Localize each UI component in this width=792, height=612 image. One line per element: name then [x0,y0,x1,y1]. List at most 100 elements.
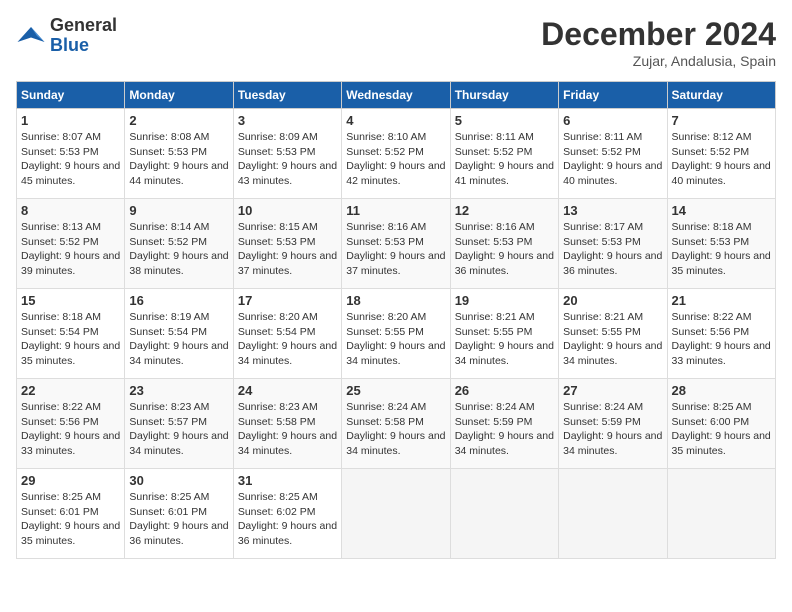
week-row-4: 22 Sunrise: 8:22 AMSunset: 5:56 PMDaylig… [17,379,776,469]
calendar-cell: 28 Sunrise: 8:25 AMSunset: 6:00 PMDaylig… [667,379,775,469]
header-thursday: Thursday [450,82,558,109]
day-number: 9 [129,203,228,218]
calendar-cell: 3 Sunrise: 8:09 AMSunset: 5:53 PMDayligh… [233,109,341,199]
calendar-cell: 24 Sunrise: 8:23 AMSunset: 5:58 PMDaylig… [233,379,341,469]
calendar-cell: 26 Sunrise: 8:24 AMSunset: 5:59 PMDaylig… [450,379,558,469]
calendar-cell: 18 Sunrise: 8:20 AMSunset: 5:55 PMDaylig… [342,289,450,379]
day-info: Sunrise: 8:13 AMSunset: 5:52 PMDaylight:… [21,220,120,279]
calendar-cell: 27 Sunrise: 8:24 AMSunset: 5:59 PMDaylig… [559,379,667,469]
title-block: December 2024 Zujar, Andalusia, Spain [541,16,776,69]
header-sunday: Sunday [17,82,125,109]
day-info: Sunrise: 8:07 AMSunset: 5:53 PMDaylight:… [21,130,120,189]
calendar-cell [559,469,667,559]
day-info: Sunrise: 8:15 AMSunset: 5:53 PMDaylight:… [238,220,337,279]
calendar-cell: 20 Sunrise: 8:21 AMSunset: 5:55 PMDaylig… [559,289,667,379]
day-info: Sunrise: 8:12 AMSunset: 5:52 PMDaylight:… [672,130,771,189]
day-number: 22 [21,383,120,398]
day-info: Sunrise: 8:25 AMSunset: 6:02 PMDaylight:… [238,490,337,549]
day-info: Sunrise: 8:23 AMSunset: 5:57 PMDaylight:… [129,400,228,459]
day-number: 25 [346,383,445,398]
day-number: 31 [238,473,337,488]
calendar-cell [667,469,775,559]
day-number: 20 [563,293,662,308]
day-number: 1 [21,113,120,128]
week-row-1: 1 Sunrise: 8:07 AMSunset: 5:53 PMDayligh… [17,109,776,199]
calendar-cell: 10 Sunrise: 8:15 AMSunset: 5:53 PMDaylig… [233,199,341,289]
day-number: 12 [455,203,554,218]
calendar-cell: 15 Sunrise: 8:18 AMSunset: 5:54 PMDaylig… [17,289,125,379]
day-number: 17 [238,293,337,308]
day-info: Sunrise: 8:16 AMSunset: 5:53 PMDaylight:… [346,220,445,279]
logo-text: General Blue [50,16,117,56]
logo: General Blue [16,16,117,56]
day-info: Sunrise: 8:14 AMSunset: 5:52 PMDaylight:… [129,220,228,279]
day-info: Sunrise: 8:23 AMSunset: 5:58 PMDaylight:… [238,400,337,459]
day-info: Sunrise: 8:11 AMSunset: 5:52 PMDaylight:… [563,130,662,189]
day-number: 8 [21,203,120,218]
header-friday: Friday [559,82,667,109]
calendar-cell: 2 Sunrise: 8:08 AMSunset: 5:53 PMDayligh… [125,109,233,199]
calendar-cell: 13 Sunrise: 8:17 AMSunset: 5:53 PMDaylig… [559,199,667,289]
day-number: 2 [129,113,228,128]
calendar-cell: 6 Sunrise: 8:11 AMSunset: 5:52 PMDayligh… [559,109,667,199]
header-saturday: Saturday [667,82,775,109]
day-number: 5 [455,113,554,128]
calendar-cell: 22 Sunrise: 8:22 AMSunset: 5:56 PMDaylig… [17,379,125,469]
day-number: 29 [21,473,120,488]
day-info: Sunrise: 8:21 AMSunset: 5:55 PMDaylight:… [563,310,662,369]
day-number: 19 [455,293,554,308]
day-info: Sunrise: 8:25 AMSunset: 6:00 PMDaylight:… [672,400,771,459]
calendar-cell: 31 Sunrise: 8:25 AMSunset: 6:02 PMDaylig… [233,469,341,559]
day-info: Sunrise: 8:08 AMSunset: 5:53 PMDaylight:… [129,130,228,189]
calendar-cell: 11 Sunrise: 8:16 AMSunset: 5:53 PMDaylig… [342,199,450,289]
calendar-cell [450,469,558,559]
day-info: Sunrise: 8:22 AMSunset: 5:56 PMDaylight:… [672,310,771,369]
week-row-2: 8 Sunrise: 8:13 AMSunset: 5:52 PMDayligh… [17,199,776,289]
day-info: Sunrise: 8:22 AMSunset: 5:56 PMDaylight:… [21,400,120,459]
day-number: 26 [455,383,554,398]
logo-icon [16,21,46,51]
day-number: 4 [346,113,445,128]
calendar-cell: 8 Sunrise: 8:13 AMSunset: 5:52 PMDayligh… [17,199,125,289]
day-number: 16 [129,293,228,308]
calendar-cell: 30 Sunrise: 8:25 AMSunset: 6:01 PMDaylig… [125,469,233,559]
calendar-cell: 21 Sunrise: 8:22 AMSunset: 5:56 PMDaylig… [667,289,775,379]
calendar-cell: 12 Sunrise: 8:16 AMSunset: 5:53 PMDaylig… [450,199,558,289]
day-info: Sunrise: 8:24 AMSunset: 5:59 PMDaylight:… [455,400,554,459]
day-info: Sunrise: 8:20 AMSunset: 5:54 PMDaylight:… [238,310,337,369]
calendar-cell: 5 Sunrise: 8:11 AMSunset: 5:52 PMDayligh… [450,109,558,199]
day-number: 27 [563,383,662,398]
header-monday: Monday [125,82,233,109]
week-row-5: 29 Sunrise: 8:25 AMSunset: 6:01 PMDaylig… [17,469,776,559]
calendar-cell: 25 Sunrise: 8:24 AMSunset: 5:58 PMDaylig… [342,379,450,469]
calendar-table: SundayMondayTuesdayWednesdayThursdayFrid… [16,81,776,559]
calendar-cell: 14 Sunrise: 8:18 AMSunset: 5:53 PMDaylig… [667,199,775,289]
calendar-cell: 19 Sunrise: 8:21 AMSunset: 5:55 PMDaylig… [450,289,558,379]
day-number: 30 [129,473,228,488]
day-info: Sunrise: 8:19 AMSunset: 5:54 PMDaylight:… [129,310,228,369]
calendar-cell: 9 Sunrise: 8:14 AMSunset: 5:52 PMDayligh… [125,199,233,289]
day-info: Sunrise: 8:25 AMSunset: 6:01 PMDaylight:… [129,490,228,549]
day-number: 6 [563,113,662,128]
day-info: Sunrise: 8:21 AMSunset: 5:55 PMDaylight:… [455,310,554,369]
day-number: 14 [672,203,771,218]
day-number: 18 [346,293,445,308]
day-info: Sunrise: 8:10 AMSunset: 5:52 PMDaylight:… [346,130,445,189]
month-title: December 2024 [541,16,776,53]
day-number: 24 [238,383,337,398]
calendar-cell: 23 Sunrise: 8:23 AMSunset: 5:57 PMDaylig… [125,379,233,469]
calendar-cell: 4 Sunrise: 8:10 AMSunset: 5:52 PMDayligh… [342,109,450,199]
day-number: 11 [346,203,445,218]
day-info: Sunrise: 8:11 AMSunset: 5:52 PMDaylight:… [455,130,554,189]
calendar-cell: 1 Sunrise: 8:07 AMSunset: 5:53 PMDayligh… [17,109,125,199]
day-number: 23 [129,383,228,398]
day-number: 15 [21,293,120,308]
calendar-cell [342,469,450,559]
calendar-cell: 17 Sunrise: 8:20 AMSunset: 5:54 PMDaylig… [233,289,341,379]
day-info: Sunrise: 8:25 AMSunset: 6:01 PMDaylight:… [21,490,120,549]
day-info: Sunrise: 8:24 AMSunset: 5:59 PMDaylight:… [563,400,662,459]
header-row: SundayMondayTuesdayWednesdayThursdayFrid… [17,82,776,109]
day-number: 21 [672,293,771,308]
day-number: 3 [238,113,337,128]
header-wednesday: Wednesday [342,82,450,109]
